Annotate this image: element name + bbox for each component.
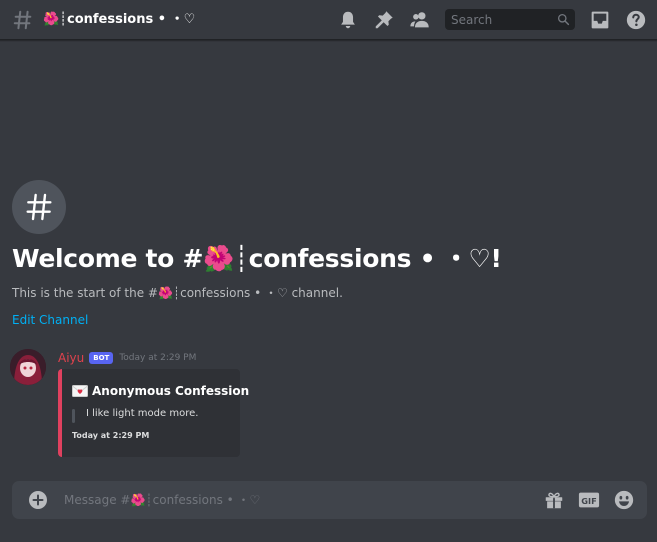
inbox-icon[interactable] (589, 9, 611, 31)
message-composer: GIF (12, 481, 647, 519)
attach-plus-icon[interactable] (28, 490, 48, 510)
member-list-icon[interactable] (409, 9, 431, 31)
confession-embed: Anonymous Confession I like light mode m… (58, 369, 249, 457)
welcome-title: Welcome to #🌺┊confessions • ・♡! (12, 244, 502, 273)
channel-hash-icon (13, 10, 32, 30)
gift-icon[interactable] (543, 489, 565, 511)
message-header: Aiyu BOT Today at 2:29 PM (58, 349, 196, 367)
message-timestamp: Today at 2:29 PM (119, 353, 197, 363)
avatar[interactable] (10, 349, 46, 385)
gif-label: GIF (581, 496, 596, 506)
hash-icon (26, 193, 52, 221)
emoji-icon[interactable] (613, 489, 635, 511)
notification-bell-icon[interactable] (337, 9, 359, 31)
embed-description: I like light mode more. (86, 408, 199, 419)
gif-icon[interactable]: GIF (578, 489, 600, 511)
bot-tag: BOT (89, 352, 114, 364)
welcome-subtitle: This is the start of the #🌺┊confessions … (12, 286, 343, 300)
channel-title: 🌺┊confessions • ・♡ (43, 12, 196, 27)
embed-title-text: Anonymous Confession (92, 384, 250, 398)
pin-icon[interactable] (373, 9, 395, 31)
message-author[interactable]: Aiyu (58, 351, 84, 365)
love-letter-icon (72, 385, 88, 397)
embed-footer: Today at 2:29 PM (72, 431, 150, 440)
quote-bar (72, 409, 75, 423)
channel-hash-avatar (12, 180, 66, 234)
search-icon (557, 13, 570, 26)
search-input[interactable] (445, 9, 553, 30)
message-input[interactable] (62, 481, 532, 519)
help-icon[interactable] (625, 9, 647, 31)
edit-channel-link[interactable]: Edit Channel (12, 311, 88, 329)
embed-title: Anonymous Confession (72, 384, 249, 398)
search-box[interactable] (445, 9, 575, 30)
channel-header: 🌺┊confessions • ・♡ (0, 0, 657, 40)
